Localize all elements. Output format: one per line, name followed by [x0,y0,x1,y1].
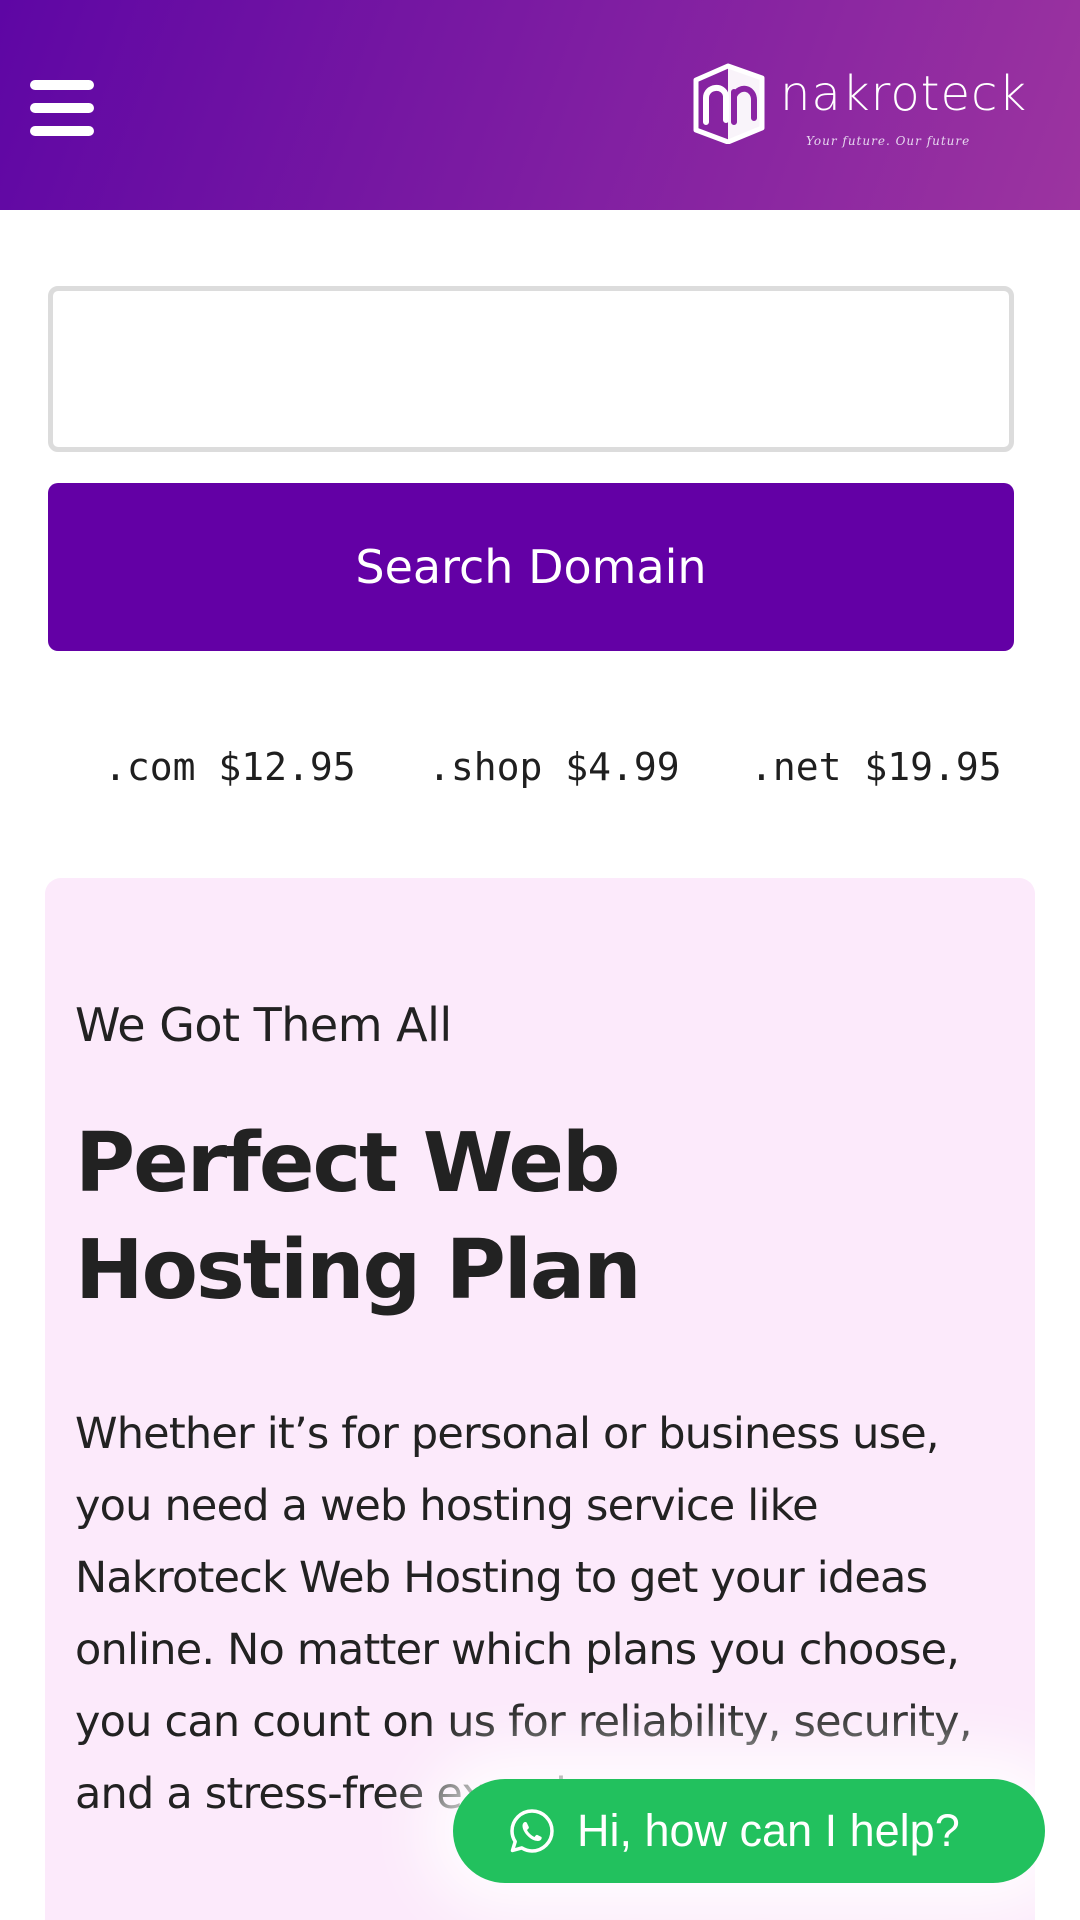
hamburger-line [30,103,94,113]
domain-price-com: .com $12.95 [104,745,356,789]
card-headline: Perfect Web Hosting Plan [75,1116,642,1318]
page: nakroteck Your future. Our future Search… [0,0,1080,1920]
cube-n-logo-icon [693,63,765,144]
whatsapp-chat-button[interactable]: Hi, how can I help? [453,1779,1045,1883]
hamburger-line [30,80,94,90]
chat-label: Hi, how can I help? [577,1805,960,1856]
whatsapp-icon [510,1809,554,1853]
domain-prices: .com $12.95 .shop $4.99 .net $19.95 [0,745,1080,801]
domain-price-net: .net $19.95 [750,745,1002,789]
logo-wordmark: nakroteck [780,66,1028,122]
card-body-text: Whether it’s for personal or business us… [75,1409,972,1819]
logo-tagline: Your future. Our future [806,134,971,148]
hosting-card: We Got Them All Perfect Web Hosting Plan… [45,878,1035,1920]
hamburger-line [30,126,94,136]
hamburger-menu-icon[interactable] [30,80,94,136]
search-domain-button[interactable]: Search Domain [48,483,1014,651]
card-eyebrow: We Got Them All [75,998,452,1052]
site-logo[interactable]: nakroteck Your future. Our future [688,60,1038,150]
domain-price-shop: .shop $4.99 [428,745,680,789]
site-header: nakroteck Your future. Our future [0,0,1080,210]
domain-search-input[interactable] [48,286,1014,452]
